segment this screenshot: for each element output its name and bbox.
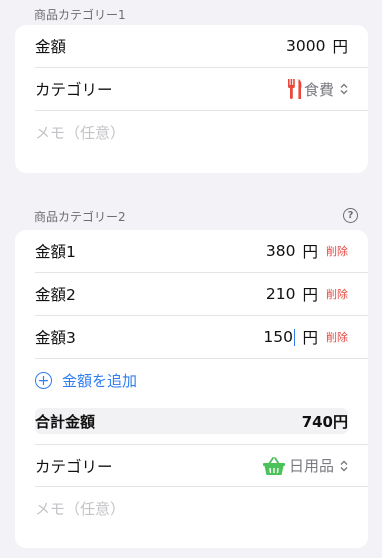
yen-unit: 円 (332, 38, 348, 56)
chevron-up-down-icon-2 (340, 460, 348, 472)
amount-label-3: 金額3 (35, 329, 76, 347)
total-row: 合計金額 740円 (35, 408, 348, 434)
section1-category-row[interactable]: カテゴリー 食費 (35, 68, 368, 111)
amount-label-2: 金額2 (35, 286, 76, 304)
yen-unit-3: 円 (302, 329, 318, 347)
section1-card: 金額 3000 円 カテゴリー 食費 メモ（任意） (15, 25, 368, 173)
category-picker-2[interactable]: 日用品 (262, 455, 348, 476)
total-value: 740円 (301, 412, 348, 431)
plus-circle-icon: + (35, 372, 52, 389)
memo-input[interactable]: メモ（任意） (35, 122, 125, 143)
basket-icon (262, 456, 285, 475)
yen-unit-2: 円 (302, 286, 318, 304)
amount-label-1: 金額1 (35, 243, 76, 261)
category-label-2: カテゴリー (35, 457, 113, 476)
add-amount-label: 金額を追加 (62, 372, 138, 390)
section1-amount-row[interactable]: 金額 3000 円 (35, 25, 368, 68)
delete-button-3[interactable]: 削除 (326, 329, 348, 345)
total-label: 合計金額 (35, 412, 96, 431)
category-label: カテゴリー (35, 81, 113, 99)
category-picker[interactable]: 食費 (286, 78, 348, 100)
text-cursor (293, 328, 296, 346)
amount-value-2[interactable]: 210 (266, 285, 296, 303)
yen-unit-1: 円 (302, 243, 318, 261)
section2-card: 金額1 380 円 削除 金額2 210 円 削除 金額3 150 円 削除 +… (15, 230, 368, 548)
add-amount-button[interactable]: + 金額を追加 (35, 359, 368, 402)
delete-button-2[interactable]: 削除 (326, 286, 348, 302)
amount-label: 金額 (35, 38, 67, 56)
section2-amount-row-2[interactable]: 金額2 210 円 削除 (35, 273, 368, 316)
amount-value-1[interactable]: 380 (266, 242, 296, 260)
amount-value[interactable]: 3000 (286, 37, 325, 55)
memo-input-2[interactable]: メモ（任意） (35, 498, 125, 519)
section2-category-row[interactable]: カテゴリー 日用品 (35, 444, 368, 487)
section2-amount-row-3[interactable]: 金額3 150 円 削除 (35, 316, 368, 359)
section1-memo-row[interactable]: メモ（任意） (35, 111, 368, 154)
section2-memo-row[interactable]: メモ（任意） (35, 487, 368, 530)
delete-button-1[interactable]: 削除 (326, 243, 348, 259)
section2-title: 商品カテゴリー2 (34, 210, 126, 224)
amount-value-3[interactable]: 150 (263, 328, 293, 346)
question-circle-icon[interactable]: ? (343, 208, 358, 223)
section1-title: 商品カテゴリー1 (34, 8, 126, 22)
category-value-2: 日用品 (288, 457, 334, 475)
fork-knife-icon (287, 79, 302, 99)
chevron-up-down-icon (340, 83, 348, 95)
category-value: 食費 (303, 80, 334, 99)
section2-amount-row-1[interactable]: 金額1 380 円 削除 (35, 230, 368, 273)
